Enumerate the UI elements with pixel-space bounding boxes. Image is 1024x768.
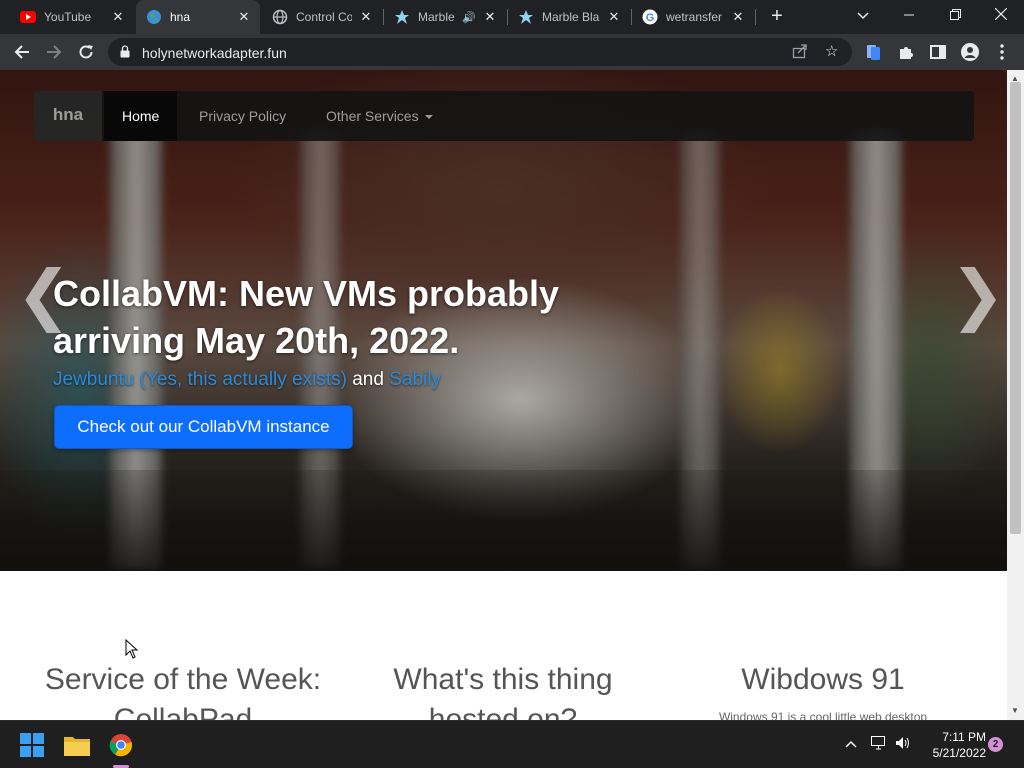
collabvm-cta-button[interactable]: Check out our CollabVM instance [54,405,353,449]
hero-carousel: hna Home Privacy Policy Other Services ❮… [0,70,1007,571]
address-bar[interactable]: holynetworkadapter.fun ☆ [108,38,852,66]
scrollbar-thumb[interactable] [1010,82,1021,534]
hero-subline: Jewbuntu (Yes, this actually exists) and… [53,369,441,391]
close-window-button[interactable] [978,0,1024,30]
tab-title: Marble [418,10,455,24]
mouse-cursor-icon [125,638,139,664]
restore-button[interactable] [932,0,978,30]
tab-control-center[interactable]: Control Co ✕ [262,0,382,34]
clock-time: 7:11 PM [942,730,986,744]
tab-title: Control Co [296,10,352,24]
show-hidden-icons-chevron-icon[interactable] [845,735,857,751]
globe-icon [146,9,162,25]
site-brand[interactable]: hna [34,91,102,141]
page-viewport: hna Home Privacy Policy Other Services ❮… [0,70,1007,720]
url-text[interactable]: holynetworkadapter.fun [142,45,287,61]
and-text: and [352,369,384,390]
tab-title: hna [170,10,191,24]
notification-badge[interactable]: 2 [988,737,1003,752]
close-tab-icon[interactable]: ✕ [730,9,746,25]
share-icon[interactable] [792,43,808,62]
start-windows-icon[interactable] [16,729,48,761]
clock-date: 5/21/2022 [932,746,986,760]
hero-headline: CollabVM: New VMs probably arriving May … [53,273,560,361]
page-scrollbar[interactable]: ▲ ▼ [1007,70,1024,720]
minimize-button[interactable] [886,0,932,30]
clock[interactable]: 7:11 PM 5/21/2022 [920,729,986,761]
site-navbar: hna Home Privacy Policy Other Services [34,91,974,141]
tab-search-icon[interactable] [840,0,886,30]
tab-separator [755,9,756,25]
back-button[interactable] [8,38,36,66]
volume-icon[interactable] [896,736,912,753]
hosting-heading: What's this thing hosted on? [393,663,613,720]
tab-strip: YouTube ✕ hna ✕ Control Co ✕ Marble 🔊 ✕ … [0,0,1024,34]
extension-docs-icon[interactable] [860,38,888,66]
network-icon[interactable] [871,736,887,753]
tab-marble-audio[interactable]: Marble 🔊 ✕ [384,0,506,34]
forward-button[interactable] [40,38,68,66]
nav-other-services-dropdown[interactable]: Other Services [308,91,451,141]
caret-down-icon [424,115,433,120]
tab-title: YouTube [44,10,92,24]
reload-button[interactable] [72,38,100,66]
windows-taskbar: 7:11 PM 5/21/2022 2 [0,720,1024,768]
extensions-puzzle-icon[interactable] [892,38,920,66]
close-tab-icon[interactable]: ✕ [606,9,622,25]
lock-icon[interactable] [120,45,130,63]
globe-icon [272,9,288,25]
tab-youtube[interactable]: YouTube ✕ [10,0,134,34]
close-tab-icon[interactable]: ✕ [110,9,126,25]
chrome-icon[interactable] [105,729,137,761]
side-panel-icon[interactable] [924,38,952,66]
speaker-icon[interactable]: 🔊 [462,11,476,24]
carousel-next-icon[interactable]: ❯ [950,260,1005,330]
service-of-week-heading: Service of the Week: CollabPad [44,663,322,720]
close-tab-icon[interactable]: ✕ [236,9,252,25]
scroll-down-icon[interactable]: ▼ [1011,706,1019,715]
nav-privacy-policy[interactable]: Privacy Policy [181,91,304,141]
youtube-icon [20,9,36,25]
wibdows-91-heading: Wibdows 91 [741,663,905,696]
nav-home[interactable]: Home [104,91,178,141]
tab-hna[interactable]: hna ✕ [136,0,260,34]
menu-kebab-icon[interactable] [988,38,1016,66]
jewbuntu-link[interactable]: Jewbuntu (Yes, this actually exists) [53,369,347,390]
sabily-link[interactable]: Sabily [389,369,441,390]
file-explorer-icon[interactable] [61,729,93,761]
google-icon: G [642,9,658,25]
bookmark-star-icon[interactable]: ☆ [825,42,838,60]
tab-marble-blast[interactable]: Marble Bla ✕ [508,0,630,34]
profile-avatar-icon[interactable] [956,38,984,66]
close-tab-icon[interactable]: ✕ [482,9,498,25]
marble-blast-icon [518,9,534,25]
tab-wetransfer[interactable]: G wetransfer ✕ [632,0,754,34]
tab-title: Marble Bla [542,10,600,24]
wibdows-91-text: Windows 91 is a cool little web desktop [718,710,928,720]
marble-blast-icon [394,9,410,25]
new-tab-button[interactable]: + [765,4,789,28]
close-tab-icon[interactable]: ✕ [358,9,374,25]
svg-text:G: G [646,12,655,24]
tab-title: wetransfer [666,10,723,24]
browser-toolbar: holynetworkadapter.fun ☆ [0,34,1024,70]
nav-other-services-label: Other Services [326,108,419,124]
